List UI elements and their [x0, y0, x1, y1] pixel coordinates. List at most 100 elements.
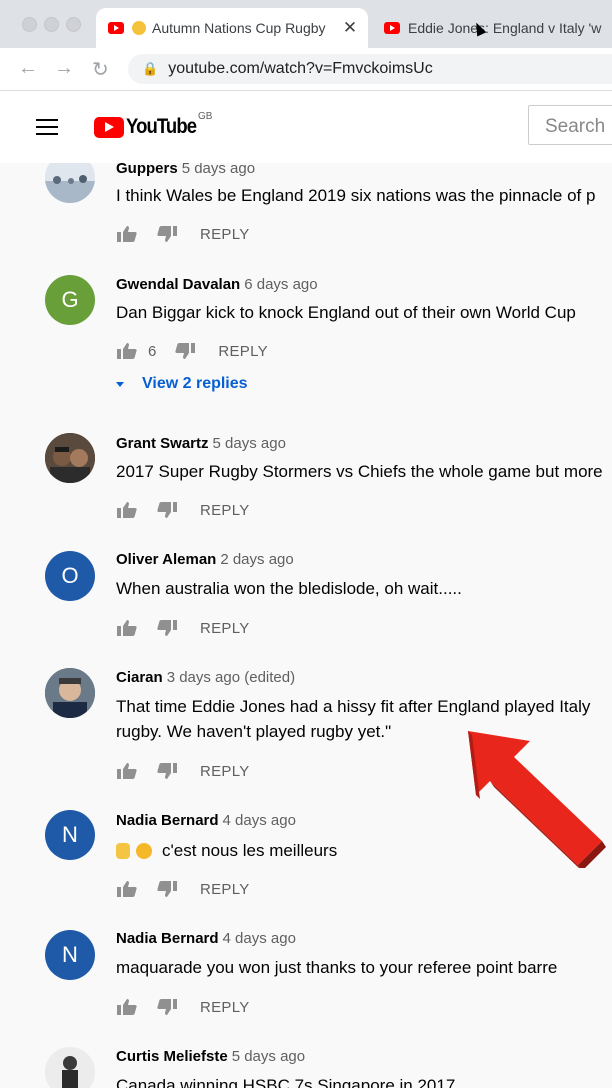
comment-header: Nadia Bernard 4 days ago — [116, 812, 296, 829]
tab-eddie-jones[interactable]: Eddie Jones: England v Italy 'w — [372, 8, 612, 48]
comment-text: c'est nous les meilleurs — [162, 841, 338, 860]
comment-text-row: c'est nous les meilleurs — [116, 838, 337, 863]
emoji-icon — [136, 842, 152, 859]
comment-time[interactable]: 5 days ago — [232, 1048, 305, 1065]
lock-icon: 🔒 — [142, 61, 159, 76]
browser-tab-bar: Autumn Nations Cup Rugby ✕ Eddie Jones: … — [0, 0, 612, 48]
emoji-icon — [116, 842, 130, 859]
comment-header: Grant Swartz 5 days ago — [116, 435, 286, 452]
region-code: GB — [198, 111, 213, 122]
comment-time[interactable]: 3 days ago (edited) — [167, 669, 295, 686]
omnibox[interactable]: 🔒 youtube.com/watch?v=FmvckoimsUc — [128, 54, 612, 84]
emoji-icon — [132, 21, 146, 35]
comment-time[interactable]: 5 days ago — [182, 163, 255, 177]
comment-actions: REPLY — [116, 499, 250, 521]
comment-header: Guppers 5 days ago — [116, 163, 255, 177]
comment-time[interactable]: 6 days ago — [244, 276, 317, 293]
avatar[interactable] — [45, 1047, 95, 1088]
close-window-button[interactable] — [22, 17, 37, 32]
comment-actions: REPLY — [116, 878, 250, 900]
reload-icon[interactable]: ↻ — [92, 57, 109, 82]
comment-text: When australia won the bledislode, oh wa… — [116, 579, 462, 598]
comment-actions: REPLY — [116, 617, 250, 639]
reply-button[interactable]: REPLY — [218, 343, 268, 360]
comment-header: Ciaran 3 days ago (edited) — [116, 669, 295, 686]
comment-time[interactable]: 2 days ago — [220, 551, 293, 568]
window-controls — [22, 17, 88, 37]
chevron-down-icon — [116, 381, 124, 387]
search-input[interactable]: Search — [528, 105, 612, 145]
red-arrow-icon — [468, 731, 606, 868]
comments-section: Guppers 5 days ago I think Wales be Engla… — [0, 163, 612, 1088]
comment-time[interactable]: 5 days ago — [213, 435, 286, 452]
comment-time[interactable]: 4 days ago — [223, 812, 296, 829]
comment-author[interactable]: Ciaran — [116, 669, 163, 686]
comment-author[interactable]: Gwendal Davalan — [116, 276, 240, 293]
thumbs-down-icon[interactable] — [156, 880, 178, 898]
url-text[interactable]: youtube.com/watch?v=FmvckoimsUc — [168, 60, 433, 78]
view-replies-button[interactable]: View 2 replies — [116, 375, 248, 393]
address-bar: ← → ↻ 🔒 youtube.com/watch?v=FmvckoimsUc — [0, 48, 612, 91]
youtube-header: YouTube GB Search — [0, 91, 612, 163]
reply-button[interactable]: REPLY — [200, 502, 250, 519]
comment-author[interactable]: Nadia Bernard — [116, 812, 219, 829]
thumbs-up-icon[interactable] — [116, 998, 138, 1016]
thumbs-down-icon[interactable] — [156, 501, 178, 519]
view-replies-label: View 2 replies — [142, 375, 248, 392]
youtube-play-icon — [94, 116, 124, 138]
comment-author[interactable]: Guppers — [116, 163, 178, 177]
minimize-window-button[interactable] — [44, 17, 59, 32]
reply-button[interactable]: REPLY — [200, 881, 250, 898]
avatar[interactable]: G — [45, 275, 95, 325]
menu-icon[interactable] — [36, 119, 58, 140]
thumbs-up-icon[interactable] — [116, 342, 138, 360]
thumbs-down-icon[interactable] — [174, 342, 196, 360]
comment-author[interactable]: Curtis Meliefste — [116, 1048, 228, 1065]
thumbs-up-icon[interactable] — [116, 762, 138, 780]
comment-actions: REPLY — [116, 760, 250, 782]
tab-autumn-nations-cup[interactable]: Autumn Nations Cup Rugby ✕ — [96, 8, 368, 48]
maximize-window-button[interactable] — [66, 17, 81, 32]
reply-button[interactable]: REPLY — [200, 226, 250, 243]
comment-header: Oliver Aleman 2 days ago — [116, 551, 294, 568]
thumbs-up-icon[interactable] — [116, 501, 138, 519]
comment-actions: REPLY — [116, 996, 250, 1018]
reply-button[interactable]: REPLY — [200, 620, 250, 637]
comment-text: Canada winning HSBC 7s Singapore in 2017 — [116, 1076, 456, 1088]
avatar[interactable] — [45, 163, 95, 203]
comment-actions: 6 REPLY — [116, 340, 268, 362]
reply-button[interactable]: REPLY — [200, 763, 250, 780]
back-arrow-icon[interactable]: ← — [18, 57, 38, 80]
avatar[interactable]: N — [45, 930, 95, 980]
thumbs-down-icon[interactable] — [156, 762, 178, 780]
thumbs-up-icon[interactable] — [116, 619, 138, 637]
close-tab-icon[interactable]: ✕ — [340, 18, 360, 38]
thumbs-down-icon[interactable] — [156, 619, 178, 637]
logo-text: YouTube — [126, 115, 197, 138]
comment-author[interactable]: Grant Swartz — [116, 435, 209, 452]
youtube-favicon-icon — [108, 22, 124, 34]
comment-text: I think Wales be England 2019 six nation… — [116, 186, 596, 205]
youtube-favicon-icon — [384, 22, 400, 34]
thumbs-up-icon[interactable] — [116, 880, 138, 898]
comment-text: Dan Biggar kick to knock England out of … — [116, 303, 576, 322]
comment-actions: REPLY — [116, 223, 250, 245]
comment-text-line2: rugby. We haven't played rugby yet." — [116, 722, 392, 741]
comment-header: Nadia Bernard 4 days ago — [116, 930, 296, 947]
reply-button[interactable]: REPLY — [200, 999, 250, 1016]
youtube-logo[interactable]: YouTube GB — [94, 111, 212, 139]
thumbs-down-icon[interactable] — [156, 998, 178, 1016]
comment-author[interactable]: Oliver Aleman — [116, 551, 216, 568]
tab-title: Eddie Jones: England v Italy 'w — [408, 20, 602, 36]
comment-time[interactable]: 4 days ago — [223, 930, 296, 947]
avatar[interactable] — [45, 668, 95, 718]
thumbs-down-icon[interactable] — [156, 225, 178, 243]
thumbs-up-icon[interactable] — [116, 225, 138, 243]
avatar[interactable]: O — [45, 551, 95, 601]
comment-text: 2017 Super Rugby Stormers vs Chiefs the … — [116, 462, 603, 481]
forward-arrow-icon[interactable]: → — [54, 57, 74, 80]
avatar[interactable] — [45, 433, 95, 483]
comment-author[interactable]: Nadia Bernard — [116, 930, 219, 947]
avatar[interactable]: N — [45, 810, 95, 860]
comment-header: Gwendal Davalan 6 days ago — [116, 276, 318, 293]
